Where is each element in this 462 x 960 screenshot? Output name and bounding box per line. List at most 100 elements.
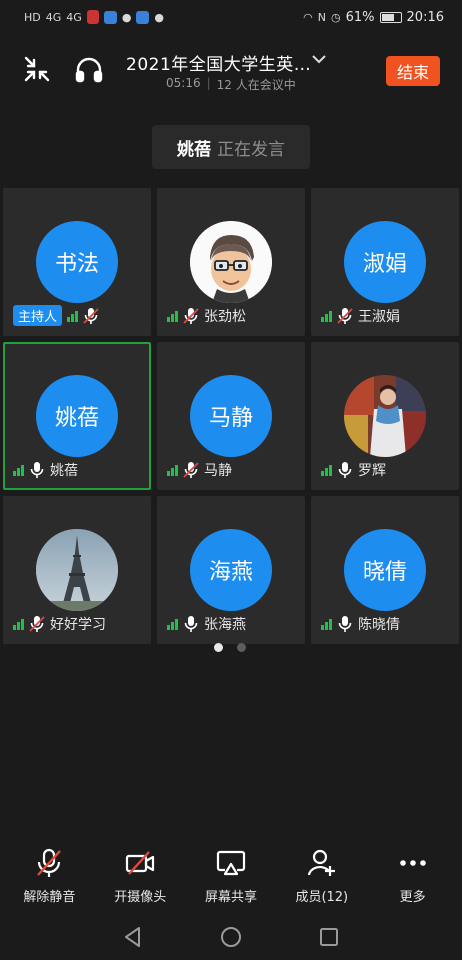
participant-name: 张海燕 — [204, 617, 246, 633]
participant-name: 陈晓倩 — [358, 617, 400, 633]
status-left: HD 4G 4G ● ● — [24, 10, 164, 24]
members-label: 成员(12) — [295, 890, 349, 905]
recents-icon[interactable] — [317, 925, 341, 949]
headset-icon: ◠ — [303, 10, 313, 24]
avatar: 马静 — [190, 375, 272, 457]
signal-strength-icon — [13, 464, 24, 476]
camera-button[interactable]: 开摄像头 — [95, 836, 186, 914]
page-indicator[interactable] — [214, 643, 246, 652]
mic-icon — [183, 615, 199, 633]
screen-share-button[interactable]: 屏幕共享 — [186, 836, 277, 914]
signal-strength-icon — [321, 310, 332, 322]
more-button[interactable]: 更多 — [367, 836, 458, 914]
avatar: 姚蓓 — [36, 375, 118, 457]
participant-tile[interactable]: 罗辉 — [311, 342, 459, 490]
participant-tile[interactable]: 马静 马静 — [157, 342, 305, 490]
participant-info: 张劲松 — [167, 306, 246, 326]
mic-muted-icon — [34, 848, 64, 878]
active-speaker-name: 姚蓓 — [177, 139, 211, 160]
page-dot[interactable] — [237, 643, 246, 652]
signal-strength-icon — [67, 310, 79, 322]
status-bar: HD 4G 4G ● ● ◠ N ◷ 61% 20:16 — [0, 0, 462, 34]
meeting-toolbar: 解除静音 开摄像头 屏幕共享 成员(12) 更多 — [0, 836, 462, 914]
qq-icon: ● — [121, 10, 132, 24]
chevron-down-icon[interactable] — [312, 52, 326, 68]
hd-icon: HD — [24, 10, 41, 24]
nfc-icon: N — [317, 10, 327, 24]
app-notification-icon-2 — [103, 10, 117, 24]
message-icon: ● — [154, 10, 165, 24]
meeting-duration: 05:16 — [166, 76, 201, 90]
participant-tile[interactable]: 晓倩 陈晓倩 — [311, 496, 459, 644]
more-dots-icon — [398, 848, 428, 878]
participant-name: 张劲松 — [204, 309, 246, 325]
alarm-icon: ◷ — [331, 10, 341, 24]
participant-info: 姚蓓 — [13, 460, 78, 480]
mic-muted-icon — [183, 461, 199, 479]
screen-share-label: 屏幕共享 — [204, 890, 257, 905]
divider: | — [206, 76, 211, 90]
screen-share-icon — [216, 848, 246, 878]
members-button[interactable]: 成员(12) — [276, 836, 367, 914]
camera-label: 开摄像头 — [114, 890, 167, 905]
participant-info: 主持人 — [13, 305, 99, 326]
signal-strength-icon — [321, 464, 332, 476]
headphone-icon[interactable] — [74, 54, 104, 84]
home-icon[interactable] — [219, 925, 243, 949]
participant-info: 马静 — [167, 460, 232, 480]
avatar: 海燕 — [190, 529, 272, 611]
mic-muted-icon — [183, 307, 199, 325]
participant-name: 王淑娟 — [358, 309, 400, 325]
app-notification-icon — [86, 10, 99, 24]
signal-strength-icon — [167, 618, 178, 630]
memoji-avatar — [190, 221, 272, 303]
system-nav-bar — [0, 914, 462, 960]
mic-muted-icon — [337, 307, 353, 325]
unmute-label: 解除静音 — [23, 890, 76, 905]
battery-percent: 61% — [345, 9, 375, 25]
participant-info: 罗辉 — [321, 460, 386, 480]
participant-name: 好好学习 — [50, 617, 106, 633]
participant-info: 陈晓倩 — [321, 614, 400, 634]
participant-name: 马静 — [204, 463, 232, 479]
mic-icon — [337, 461, 353, 479]
mic-muted-icon — [29, 615, 45, 633]
unmute-button[interactable]: 解除静音 — [4, 836, 95, 914]
back-icon[interactable] — [121, 925, 145, 949]
battery-icon — [379, 11, 402, 23]
meeting-header: 2021年全国大学生英… 05:16 | 12 人在会议中 结束 — [0, 44, 462, 100]
meeting-meta: 05:16 | 12 人在会议中 — [166, 76, 296, 93]
participant-grid: 书法 主持人 张劲松 淑娟 王淑娟 姚蓓 姚蓓 马静 马静 罗辉 好好学习 海燕… — [3, 188, 459, 644]
participant-tile[interactable]: 好好学习 — [3, 496, 151, 644]
host-badge: 主持人 — [13, 305, 63, 326]
more-label: 更多 — [399, 890, 426, 905]
signal-strength-icon — [167, 464, 178, 476]
participant-info: 好好学习 — [13, 614, 106, 634]
status-right: ◠ N ◷ 61% 20:16 — [303, 10, 444, 25]
participant-tile-active[interactable]: 姚蓓 姚蓓 — [3, 342, 151, 490]
end-meeting-button[interactable]: 结束 — [386, 56, 440, 86]
camera-off-icon — [125, 848, 155, 878]
participant-tile[interactable]: 海燕 张海燕 — [157, 496, 305, 644]
minimize-icon[interactable] — [22, 54, 52, 84]
participant-tile[interactable]: 张劲松 — [157, 188, 305, 336]
participant-name: 姚蓓 — [50, 463, 78, 479]
avatar: 淑娟 — [344, 221, 426, 303]
signal-strength-icon — [321, 618, 332, 630]
meeting-title[interactable]: 2021年全国大学生英… — [126, 50, 311, 75]
photo-avatar — [344, 375, 426, 457]
active-speaker-text: 正在发言 — [217, 139, 285, 160]
participant-info: 张海燕 — [167, 614, 246, 634]
active-speaker-banner: 姚蓓 正在发言 — [152, 125, 310, 169]
participant-name: 罗辉 — [358, 463, 386, 479]
signal-strength-icon — [13, 618, 24, 630]
participant-tile[interactable]: 书法 主持人 — [3, 188, 151, 336]
participant-info: 王淑娟 — [321, 306, 400, 326]
app-notification-icon-3 — [136, 10, 150, 24]
participant-tile[interactable]: 淑娟 王淑娟 — [311, 188, 459, 336]
mic-icon — [337, 615, 353, 633]
participant-count: 12 人在会议中 — [216, 78, 296, 92]
avatar: 晓倩 — [344, 529, 426, 611]
mic-icon — [29, 461, 45, 479]
page-dot-active[interactable] — [214, 643, 223, 652]
